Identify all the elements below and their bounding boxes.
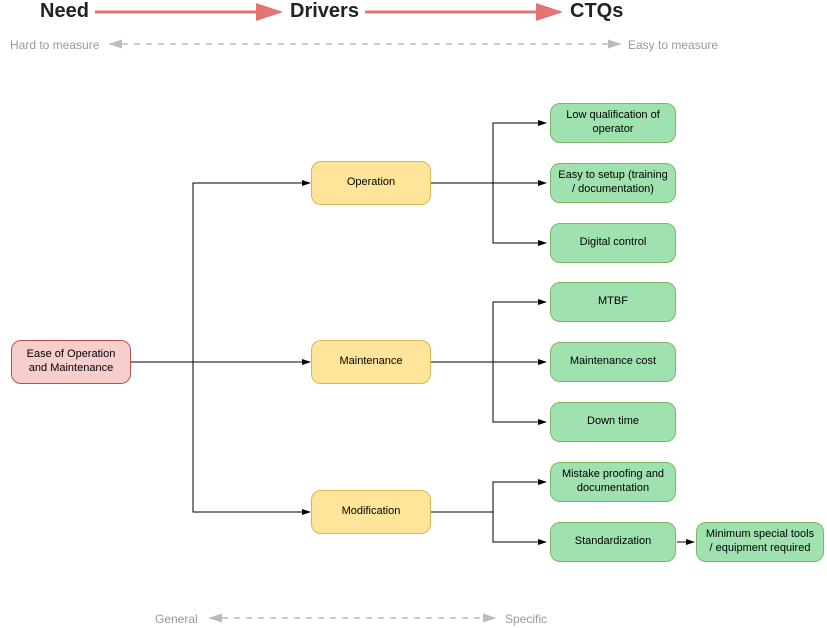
ctq-mistake-proofing: Mistake proofing and documentation [550, 462, 676, 502]
ctq-digital-control: Digital control [550, 223, 676, 263]
ctq-easy-setup: Easy to setup (training / documentation) [550, 163, 676, 203]
need-node: Ease of Operation and Maintenance [11, 340, 131, 384]
ctq-maintenance-cost: Maintenance cost [550, 342, 676, 382]
ctq-standardization: Standardization [550, 522, 676, 562]
ctq-min-special-tools: Minimum special tools / equipment requir… [696, 522, 824, 562]
ctq-low-qualification: Low qualification of operator [550, 103, 676, 143]
driver-maintenance: Maintenance [311, 340, 431, 384]
ctq-mtbf: MTBF [550, 282, 676, 322]
driver-modification: Modification [311, 490, 431, 534]
driver-operation: Operation [311, 161, 431, 205]
ctq-down-time: Down time [550, 402, 676, 442]
